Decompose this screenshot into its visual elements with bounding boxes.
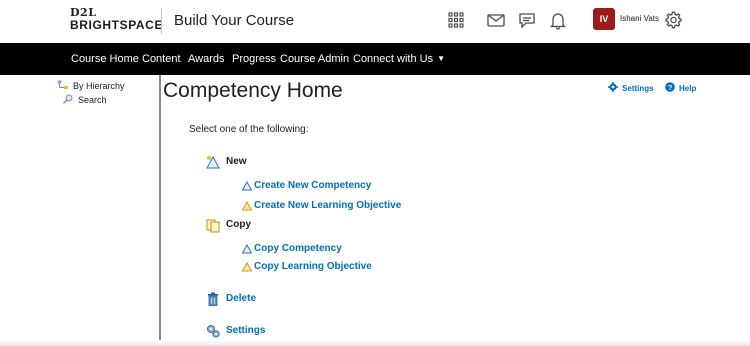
- nav-course-home[interactable]: Course Home: [71, 53, 139, 65]
- settings-link[interactable]: Settings: [608, 82, 654, 93]
- help-link-label: Help: [679, 84, 697, 93]
- trash-icon: [208, 292, 218, 306]
- nav-content[interactable]: Content: [142, 53, 181, 65]
- bell-icon[interactable]: [548, 10, 568, 30]
- header-divider: [161, 8, 162, 34]
- nav-connect-with-us[interactable]: Connect with Us ▼: [353, 53, 445, 65]
- settings-action-link[interactable]: Settings: [226, 325, 265, 336]
- logo-bottom-text: BRIGHTSPACE: [70, 18, 164, 32]
- help-link[interactable]: ? Help: [665, 82, 696, 93]
- help-icon: ?: [665, 82, 675, 92]
- pane-splitter[interactable]: [159, 75, 161, 346]
- learning-objective-icon: [242, 201, 252, 211]
- copy-icon: [206, 219, 220, 233]
- brightspace-logo[interactable]: D2L BRIGHTSPACE: [70, 7, 163, 31]
- user-name[interactable]: Ishani Vats: [620, 14, 659, 23]
- chevron-down-icon: ▼: [437, 54, 446, 63]
- new-section-label: New: [226, 156, 247, 167]
- tree-label-by-hierarchy: By Hierarchy: [73, 81, 125, 91]
- chat-icon[interactable]: [517, 10, 537, 30]
- search-icon: [63, 94, 73, 104]
- copy-competency-link[interactable]: Copy Competency: [254, 243, 342, 254]
- page-title: Competency Home: [163, 79, 343, 102]
- instruction-text: Select one of the following:: [189, 124, 309, 135]
- app-header: D2L BRIGHTSPACE Build Your Course IV Ish…: [0, 0, 750, 43]
- create-new-learning-objective-link[interactable]: Create New Learning Objective: [254, 200, 401, 211]
- course-title[interactable]: Build Your Course: [174, 12, 294, 29]
- nav-progress[interactable]: Progress: [232, 53, 276, 65]
- user-avatar[interactable]: IV: [593, 8, 615, 30]
- nav-awards[interactable]: Awards: [188, 53, 224, 65]
- tree-label-search: Search: [78, 95, 107, 105]
- copy-section-label: Copy: [226, 219, 251, 230]
- tree-item-search[interactable]: Search: [62, 94, 107, 105]
- logo-top-text: D2L: [70, 6, 97, 19]
- settings-gear-icon: [608, 82, 618, 92]
- competency-icon: [242, 181, 252, 191]
- window-bottom-edge: [0, 340, 750, 346]
- mail-icon[interactable]: [486, 10, 506, 30]
- create-new-competency-link[interactable]: Create New Competency: [254, 180, 371, 191]
- copy-learning-objective-link[interactable]: Copy Learning Objective: [254, 261, 372, 272]
- svg-text:?: ?: [668, 83, 673, 92]
- new-competency-icon: [206, 155, 220, 169]
- copy-competency-icon: [242, 244, 252, 254]
- gear-icon[interactable]: [663, 10, 683, 30]
- delete-link[interactable]: Delete: [226, 293, 256, 304]
- copy-learning-objective-icon: [242, 262, 252, 272]
- nav-connect-label: Connect with Us: [353, 53, 434, 65]
- settings-gears-icon: [206, 324, 220, 338]
- nav-course-admin[interactable]: Course Admin: [280, 53, 349, 65]
- tree-item-by-hierarchy[interactable]: By Hierarchy: [57, 80, 125, 91]
- app-grid-icon[interactable]: [446, 10, 466, 30]
- settings-link-label: Settings: [622, 84, 654, 93]
- left-tree-pane: By Hierarchy Search: [0, 75, 160, 346]
- hierarchy-icon: [57, 80, 68, 89]
- course-navbar: Course Home Content Awards Progress Cour…: [0, 43, 750, 75]
